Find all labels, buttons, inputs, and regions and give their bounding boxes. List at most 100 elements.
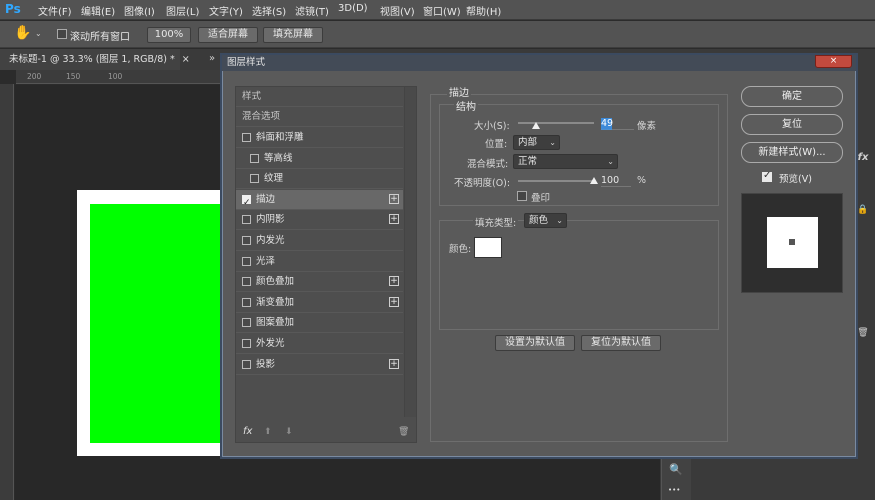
chevron-down-icon: ⌄ [607,157,614,166]
fx-icon[interactable]: fx [243,426,252,437]
style-list-item[interactable]: 斜面和浮雕 [236,128,403,148]
style-item-label: 投影 [256,358,276,370]
style-item-checkbox[interactable] [242,133,251,142]
menu-item[interactable]: 图像(I) [124,3,155,18]
arrow-up-icon[interactable]: ⬆ [264,427,272,437]
style-list-item[interactable]: 外发光 [236,334,403,354]
size-slider-thumb[interactable] [532,122,540,129]
more-tools-icon[interactable]: ••• [668,486,680,494]
preview-checkbox[interactable] [762,170,772,182]
style-item-checkbox[interactable] [250,174,259,184]
overprint-label: 叠印 [531,193,551,204]
style-list-item[interactable]: 投影 + [236,355,403,375]
style-item-checkbox[interactable] [242,318,251,328]
add-effect-icon[interactable]: + [389,296,399,307]
style-list-item[interactable]: 颜色叠加 + [236,272,403,293]
new-style-button[interactable]: 新建样式(W)... [741,142,843,163]
style-item-label: 斜面和浮雕 [256,132,304,143]
menu-item[interactable]: 选择(S) [252,3,286,18]
chevron-down-icon[interactable]: ⌄ [35,29,42,38]
hand-tool-icon[interactable]: ✋ [14,25,32,43]
add-effect-icon[interactable]: + [389,214,399,225]
chevron-down-icon: ⌄ [549,138,556,147]
fill-screen-button[interactable]: 填充屏幕 [263,27,323,43]
dialog-close-button[interactable]: × [815,55,852,68]
add-effect-icon[interactable]: + [389,276,399,287]
style-list-item[interactable]: 光泽 [236,252,403,272]
style-preview-center [789,239,795,245]
style-item-label: 光泽 [256,255,276,267]
menu-item[interactable]: 文件(F) [38,3,72,18]
blend-mode-label: 混合模式: [467,159,509,170]
styles-header[interactable]: 样式 [236,87,403,107]
green-layer-fill [90,204,224,443]
overprint-checkbox[interactable] [517,191,527,201]
fill-type-select[interactable]: 颜色 ⌄ [524,213,567,228]
menu-item[interactable]: 窗口(W) [423,3,461,18]
menu-item[interactable]: 视图(V) [380,3,415,18]
menu-item[interactable]: 文字(Y) [209,3,243,18]
document-tab[interactable]: 未标题-1 @ 33.3% (图层 1, RGB/8) * × [0,49,190,70]
style-item-checkbox[interactable] [242,277,251,287]
tabs-overflow-icon[interactable]: » [209,53,215,64]
menu-item[interactable]: 编辑(E) [81,3,115,18]
size-slider[interactable] [518,122,594,124]
style-list-scrollbar[interactable] [404,87,416,417]
opacity-label: 不透明度(O): [454,178,511,189]
add-effect-icon[interactable]: + [389,193,399,204]
opacity-slider[interactable] [518,180,594,182]
position-select-value: 内部 [518,137,538,148]
reset-button[interactable]: 复位 [741,114,843,135]
close-icon[interactable]: × [182,54,190,65]
style-list-item[interactable]: 描边 + [236,189,403,213]
opacity-slider-thumb[interactable] [590,177,598,184]
menu-item[interactable]: 滤镜(T) [295,3,329,18]
add-effect-icon[interactable]: + [389,358,399,369]
ruler-tick-label: 200 [27,72,42,81]
style-list-item[interactable]: 等高线 [236,149,403,169]
dialog-title: 图层样式 [222,55,856,71]
style-item-checkbox[interactable] [250,153,259,163]
zoom-tool-icon[interactable]: 🔍 [669,463,683,476]
position-label: 位置: [485,139,508,150]
blend-mode-select[interactable]: 正常 ⌄ [513,154,618,169]
size-unit-label: 像素 [637,121,657,132]
structure-group-title: 结构 [454,98,478,113]
style-item-checkbox[interactable] [242,256,251,266]
trash-icon[interactable]: 🗑 [398,427,409,437]
zoom-100-button[interactable]: 100% [147,27,191,43]
color-label: 颜色: [449,244,472,255]
style-item-label: 纹理 [264,173,284,185]
size-value-input[interactable]: 49 [601,118,613,130]
position-select[interactable]: 内部 ⌄ [513,135,560,150]
opacity-value-input[interactable]: 100 [601,175,631,187]
ok-button[interactable]: 确定 [741,86,843,107]
style-list-item[interactable]: 内发光 [236,231,403,251]
menu-item[interactable]: 帮助(H) [466,3,501,18]
style-list-item[interactable]: 内阴影 + [236,210,403,231]
stroke-color-swatch[interactable] [474,237,502,258]
fill-type-select-value: 颜色 [529,215,549,226]
set-default-button[interactable]: 设置为默认值 [495,335,575,351]
style-item-checkbox[interactable] [242,359,251,369]
style-list-item[interactable]: 渐变叠加 + [236,293,403,313]
ruler-tick-label: 150 [66,72,81,81]
reset-default-button[interactable]: 复位为默认值 [581,335,661,351]
stroke-section-title: 描边 [447,84,471,99]
style-list-item[interactable]: 纹理 [236,169,403,190]
menu-item[interactable]: 3D(D) [338,3,368,14]
style-item-checkbox[interactable] [242,215,251,225]
style-item-checkbox[interactable] [242,236,251,245]
style-item-label: 描边 [256,193,276,205]
arrow-down-icon[interactable]: ⬇ [285,427,293,437]
style-item-checkbox[interactable] [242,297,251,307]
style-item-label: 颜色叠加 [256,276,295,288]
style-item-checkbox[interactable] [242,193,251,213]
blending-options-item[interactable]: 混合选项 [236,107,403,127]
style-list-item[interactable]: 图案叠加 [236,313,403,334]
fit-screen-button[interactable]: 适合屏幕 [198,27,258,43]
scroll-all-windows-checkbox[interactable] [57,29,67,39]
scroll-all-windows-label: 滚动所有窗口 [70,32,130,43]
menu-item[interactable]: 图层(L) [166,3,199,18]
style-item-checkbox[interactable] [242,339,251,348]
